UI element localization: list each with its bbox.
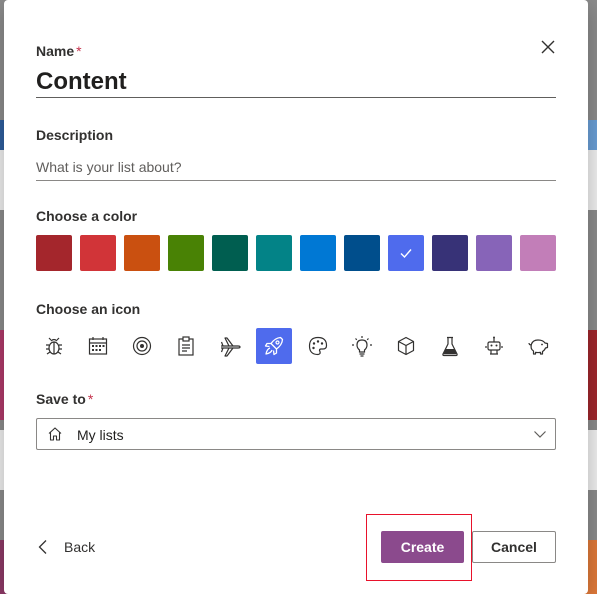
color-swatch-purple[interactable] [476,235,512,271]
color-swatch-dark-teal[interactable] [212,235,248,271]
icon-option-rocket[interactable] [256,328,292,364]
icon-option-airplane[interactable] [212,328,248,364]
home-icon [48,427,62,441]
piggy-bank-icon [528,339,549,355]
target-icon [132,336,152,356]
icon-option-robot[interactable] [476,328,512,364]
chevron-down-icon [534,431,546,438]
color-swatch-dark-blue[interactable] [344,235,380,271]
color-picker [36,235,556,271]
color-label: Choose a color [36,208,138,224]
icon-option-palette[interactable] [300,328,336,364]
icon-option-flask[interactable] [432,328,468,364]
save-to-dropdown[interactable]: My lists [36,418,556,450]
color-swatch-red[interactable] [80,235,116,271]
clipboard-icon [178,336,194,356]
save-to-label: Save to * [36,391,94,407]
airplane-icon [220,337,241,357]
icon-option-calendar[interactable] [80,328,116,364]
color-swatch-navy[interactable] [432,235,468,271]
icon-option-target[interactable] [124,328,160,364]
icon-option-lightbulb[interactable] [344,328,380,364]
color-swatch-indigo[interactable] [388,235,424,271]
icon-option-piggy-bank[interactable] [520,328,556,364]
lightbulb-icon [352,336,372,357]
create-list-dialog: Name* Description Choose a color Choose … [4,0,588,594]
color-swatch-dark-red[interactable] [36,235,72,271]
close-button[interactable] [538,37,558,57]
color-swatch-orchid[interactable] [520,235,556,271]
flask-icon [442,336,458,357]
icon-label: Choose an icon [36,301,141,317]
calendar-icon [88,337,108,355]
icon-option-cube[interactable] [388,328,424,364]
cancel-button[interactable]: Cancel [472,531,556,563]
close-icon [541,40,555,54]
palette-icon [308,336,328,356]
cube-icon [397,336,415,356]
description-label: Description [36,127,114,143]
back-label: Back [64,539,96,555]
robot-icon [485,336,503,355]
create-button[interactable]: Create [381,531,464,563]
color-swatch-blue[interactable] [300,235,336,271]
rocket-icon [264,336,284,356]
required-indicator: * [87,391,94,407]
chevron-left-icon [38,540,47,554]
color-swatch-orange[interactable] [124,235,160,271]
back-button[interactable]: Back [36,536,95,558]
color-swatch-teal[interactable] [256,235,292,271]
checkmark-icon [400,249,412,259]
save-to-value: My lists [77,427,124,443]
bug-icon [46,337,62,355]
description-field[interactable] [36,153,556,181]
required-indicator: * [76,43,82,59]
name-field[interactable] [36,66,556,98]
icon-option-clipboard[interactable] [168,328,204,364]
color-swatch-green[interactable] [168,235,204,271]
icon-option-bug[interactable] [36,328,72,364]
icon-picker [36,328,556,364]
name-label: Name * [36,43,82,59]
